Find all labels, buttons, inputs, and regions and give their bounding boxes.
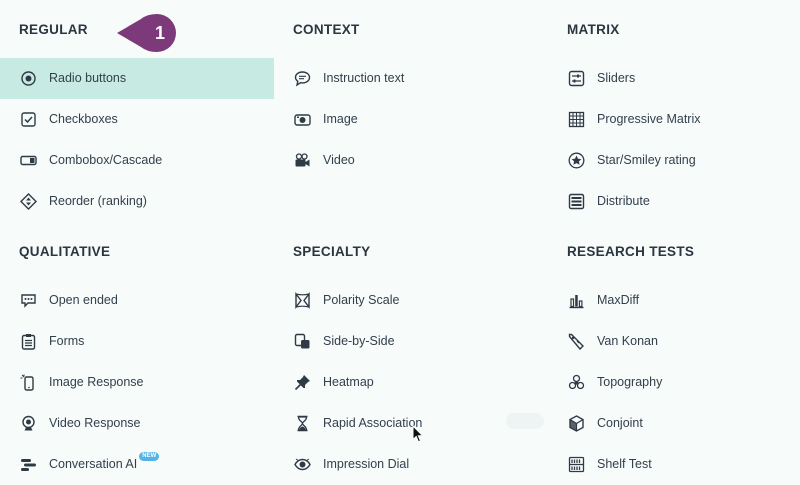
item-shelf-test[interactable]: Shelf Test xyxy=(548,444,800,485)
item-label: Topography xyxy=(597,375,663,389)
item-label: Polarity Scale xyxy=(323,293,400,307)
item-conversation-ai[interactable]: Conversation AI NEW xyxy=(0,444,274,485)
item-video[interactable]: Video xyxy=(274,140,548,181)
item-label: MaxDiff xyxy=(597,293,640,307)
clipboard-icon xyxy=(20,333,37,350)
item-maxdiff[interactable]: MaxDiff xyxy=(548,280,800,321)
item-image[interactable]: Image xyxy=(274,99,548,140)
step-callout: 1 xyxy=(117,14,179,52)
item-impression-dial[interactable]: Impression Dial xyxy=(274,444,548,485)
item-label: Video Response xyxy=(49,416,141,430)
shelf-icon xyxy=(568,456,585,473)
phone-icon xyxy=(20,374,37,391)
item-radio-buttons[interactable]: Radio buttons xyxy=(0,58,274,99)
hourglass-icon xyxy=(294,415,311,432)
item-combobox-cascade[interactable]: Combobox/Cascade xyxy=(0,140,274,181)
star-icon xyxy=(568,152,585,169)
section-context: CONTEXT Instruction text Image Video xyxy=(274,0,548,222)
column-right: MATRIX Sliders Progressive Matrix Star/S… xyxy=(548,0,800,485)
speech-bubble-icon xyxy=(20,292,37,309)
item-label: Progressive Matrix xyxy=(597,112,701,126)
item-forms[interactable]: Forms xyxy=(0,321,274,362)
item-label: Sliders xyxy=(597,71,636,85)
checkbox-icon xyxy=(20,111,37,128)
item-image-response[interactable]: Image Response xyxy=(0,362,274,403)
video-camera-icon xyxy=(294,152,311,169)
item-label: Image Response xyxy=(49,375,144,389)
item-label: Heatmap xyxy=(323,375,374,389)
eye-icon xyxy=(294,456,311,473)
price-tag-icon xyxy=(568,333,585,350)
item-open-ended[interactable]: Open ended xyxy=(0,280,274,321)
section-matrix: MATRIX Sliders Progressive Matrix Star/S… xyxy=(548,0,800,222)
item-label: Impression Dial xyxy=(323,457,410,471)
pin-icon xyxy=(294,374,311,391)
item-label: Distribute xyxy=(597,194,650,208)
item-label: Star/Smiley rating xyxy=(597,153,696,167)
item-star-smiley-rating[interactable]: Star/Smiley rating xyxy=(548,140,800,181)
reorder-icon xyxy=(20,193,37,210)
combobox-icon xyxy=(20,152,37,169)
section-heading: CONTEXT xyxy=(293,22,360,37)
column-left: REGULAR Radio buttons Checkboxes Combobo… xyxy=(0,0,274,485)
item-progressive-matrix[interactable]: Progressive Matrix xyxy=(548,99,800,140)
item-checkboxes[interactable]: Checkboxes xyxy=(0,99,274,140)
item-label: Shelf Test xyxy=(597,457,652,471)
section-qualitative: QUALITATIVE Open ended Forms Image Respo… xyxy=(0,222,274,485)
item-conjoint[interactable]: Conjoint xyxy=(548,403,800,444)
item-label: Rapid Association xyxy=(323,416,423,430)
item-video-response[interactable]: Video Response xyxy=(0,403,274,444)
item-polarity-scale[interactable]: Polarity Scale xyxy=(274,280,548,321)
column-middle: CONTEXT Instruction text Image Video SPE… xyxy=(274,0,548,485)
section-heading: SPECIALTY xyxy=(293,244,371,259)
section-research-tests: RESEARCH TESTS MaxDiff Van Konan Topogra… xyxy=(548,222,800,485)
item-label: Combobox/Cascade xyxy=(49,153,163,167)
sliders-icon xyxy=(568,70,585,87)
item-van-konan[interactable]: Van Konan xyxy=(548,321,800,362)
mouse-cursor-icon xyxy=(412,425,424,443)
section-specialty: SPECIALTY Polarity Scale Side-by-Side He… xyxy=(274,222,548,485)
new-badge: NEW xyxy=(139,452,160,461)
section-heading: QUALITATIVE xyxy=(19,244,111,259)
item-distribute[interactable]: Distribute xyxy=(548,181,800,222)
chat-icon xyxy=(294,70,311,87)
polarity-icon xyxy=(294,292,311,309)
side-by-side-icon xyxy=(294,333,311,350)
bar-chart-icon xyxy=(568,292,585,309)
conversation-icon xyxy=(20,456,37,473)
item-label: Radio buttons xyxy=(49,71,127,85)
item-side-by-side[interactable]: Side-by-Side xyxy=(274,321,548,362)
item-label: Open ended xyxy=(49,293,118,307)
item-label: Side-by-Side xyxy=(323,334,395,348)
webcam-icon xyxy=(20,415,37,432)
item-heatmap[interactable]: Heatmap xyxy=(274,362,548,403)
item-instruction-text[interactable]: Instruction text xyxy=(274,58,548,99)
item-label: Video xyxy=(323,153,355,167)
item-label: Checkboxes xyxy=(49,112,118,126)
item-label: Conjoint xyxy=(597,416,643,430)
cube-icon xyxy=(568,415,585,432)
item-topography[interactable]: Topography xyxy=(548,362,800,403)
item-label: Forms xyxy=(49,334,85,348)
item-reorder-ranking[interactable]: Reorder (ranking) xyxy=(0,181,274,222)
item-sliders[interactable]: Sliders xyxy=(548,58,800,99)
item-label: Conversation AI xyxy=(49,457,138,471)
camera-icon xyxy=(294,111,311,128)
item-label: Image xyxy=(323,112,358,126)
step-number: 1 xyxy=(154,23,165,43)
item-label: Reorder (ranking) xyxy=(49,194,147,208)
topography-icon xyxy=(568,374,585,391)
section-heading: MATRIX xyxy=(567,22,620,37)
distribute-icon xyxy=(568,193,585,210)
grid-icon xyxy=(568,111,585,128)
item-label: Van Konan xyxy=(597,334,658,348)
radio-icon xyxy=(20,70,37,87)
section-heading: RESEARCH TESTS xyxy=(567,244,695,259)
faint-shadow xyxy=(506,413,544,429)
item-label: Instruction text xyxy=(323,71,405,85)
